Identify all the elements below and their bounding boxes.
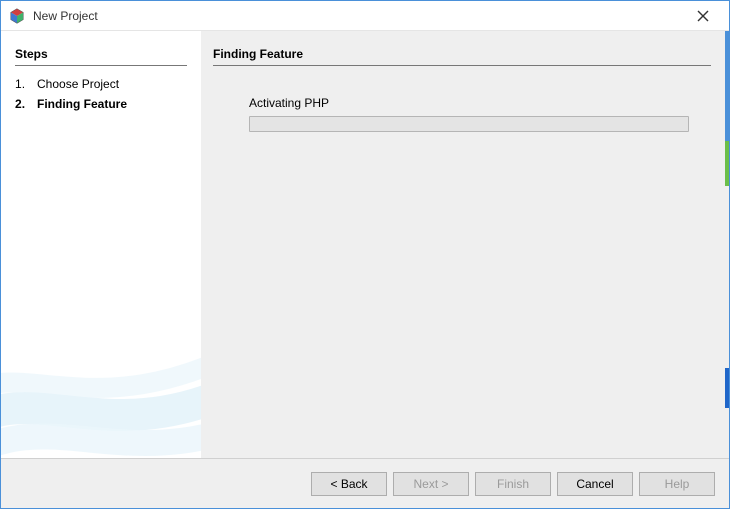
close-button[interactable] [683, 4, 723, 28]
dialog-body: Steps Choose Project Finding Feature Fin… [1, 31, 729, 458]
steps-sidebar: Steps Choose Project Finding Feature [1, 31, 201, 458]
status-label: Activating PHP [249, 96, 689, 110]
status-area: Activating PHP [213, 96, 711, 132]
button-bar: < Back Next > Finish Cancel Help [1, 458, 729, 508]
steps-list: Choose Project Finding Feature [15, 74, 187, 114]
main-panel: Finding Feature Activating PHP [201, 31, 729, 458]
app-icon [9, 8, 25, 24]
window-title: New Project [33, 9, 683, 23]
help-button[interactable]: Help [639, 472, 715, 496]
finish-button[interactable]: Finish [475, 472, 551, 496]
back-button[interactable]: < Back [311, 472, 387, 496]
decorative-wave [1, 298, 201, 458]
close-icon [697, 10, 709, 22]
steps-heading: Steps [15, 47, 187, 66]
cancel-button[interactable]: Cancel [557, 472, 633, 496]
next-button[interactable]: Next > [393, 472, 469, 496]
step-finding-feature: Finding Feature [15, 94, 187, 114]
dialog-window: New Project Steps Choose Project Finding… [0, 0, 730, 509]
panel-heading: Finding Feature [213, 47, 711, 66]
title-bar: New Project [1, 1, 729, 31]
progress-bar [249, 116, 689, 132]
step-choose-project: Choose Project [15, 74, 187, 94]
